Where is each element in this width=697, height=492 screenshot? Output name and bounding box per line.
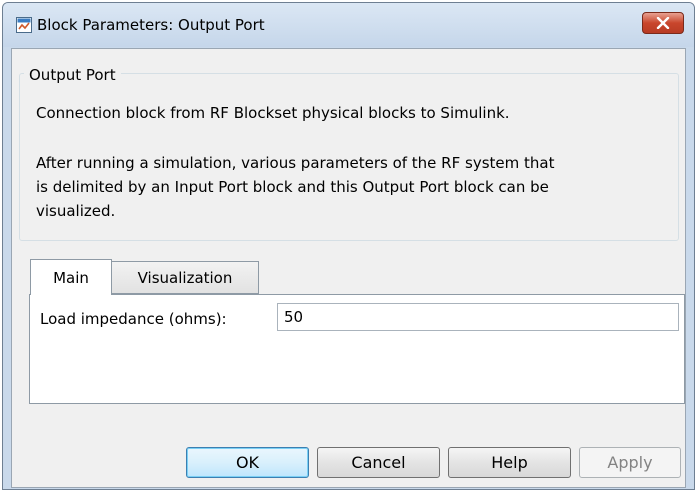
title-bar[interactable]: Block Parameters: Output Port [3, 3, 694, 47]
close-button[interactable] [642, 12, 684, 34]
help-button[interactable]: Help [448, 447, 571, 478]
block-description: Connection block from RF Blockset physic… [36, 104, 510, 122]
ok-button[interactable]: OK [186, 447, 309, 478]
description-line-3: visualized. [36, 202, 116, 220]
load-impedance-label: Load impedance (ohms): [40, 310, 227, 328]
window-title: Block Parameters: Output Port [37, 16, 265, 34]
dialog-window: Block Parameters: Output Port Output Por… [2, 2, 695, 490]
description-line-1: After running a simulation, various para… [36, 154, 555, 172]
tab-main[interactable]: Main [30, 259, 112, 295]
description-line-2: is delimited by an Input Port block and … [36, 178, 549, 196]
groupbox-title: Output Port [24, 66, 121, 84]
dialog-client-area: Output Port Connection block from RF Blo… [11, 48, 686, 488]
cancel-button[interactable]: Cancel [317, 447, 440, 478]
main-tab-panel: Load impedance (ohms): [29, 294, 685, 404]
apply-button[interactable]: Apply [579, 447, 681, 478]
simulink-block-icon [16, 17, 32, 33]
load-impedance-input[interactable] [277, 303, 679, 331]
tab-visualization[interactable]: Visualization [112, 261, 259, 294]
close-icon [656, 17, 670, 29]
